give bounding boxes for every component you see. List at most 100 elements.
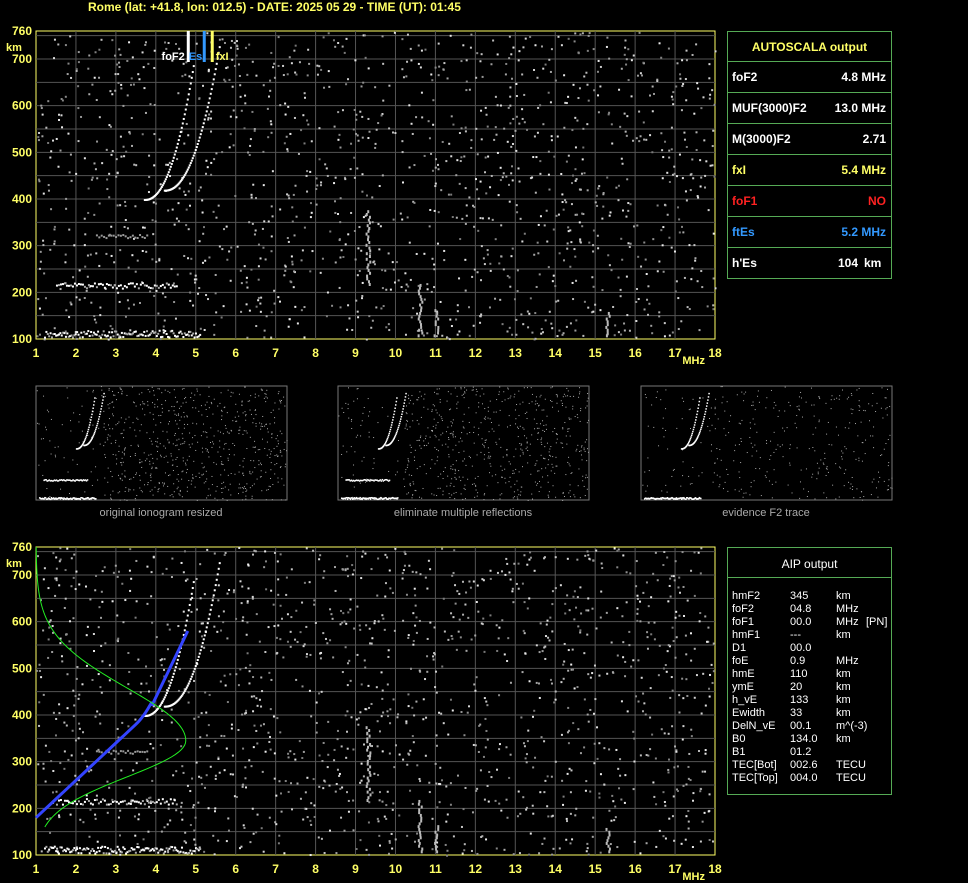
- noise-dot: [242, 433, 244, 435]
- noise-dot: [463, 155, 466, 158]
- noise-dot: [54, 454, 56, 456]
- noise-dot: [133, 476, 135, 478]
- noise-dot: [265, 396, 267, 398]
- trace-dot: [86, 479, 89, 481]
- noise-dot: [669, 577, 672, 580]
- noise-dot: [347, 611, 350, 614]
- noise-dot: [205, 711, 208, 714]
- trace-dot: [105, 852, 108, 855]
- noise-dot: [99, 722, 102, 725]
- noise-dot: [409, 47, 412, 50]
- trace-dot: [192, 332, 195, 335]
- noise-dot: [561, 193, 564, 196]
- noise-dot: [516, 815, 519, 818]
- noise-dot: [435, 670, 438, 673]
- noise-dot: [489, 269, 492, 272]
- noise-dot: [108, 786, 111, 789]
- noise-dot: [123, 452, 125, 454]
- trace-dot: [417, 839, 420, 843]
- noise-dot: [664, 664, 667, 667]
- noise-dot: [595, 194, 598, 197]
- trace-dot: [161, 848, 164, 851]
- x-tick-label: 2: [73, 346, 80, 360]
- noise-dot: [41, 135, 44, 138]
- noise-dot: [114, 394, 116, 396]
- x-tick-label: 7: [272, 862, 279, 876]
- noise-dot: [641, 74, 644, 77]
- noise-dot: [289, 132, 292, 135]
- noise-dot: [248, 682, 251, 685]
- noise-dot: [490, 776, 493, 779]
- noise-dot: [255, 425, 257, 427]
- noise-dot: [534, 756, 537, 759]
- noise-dot: [261, 438, 263, 440]
- noise-dot: [481, 403, 483, 405]
- noise-dot: [112, 453, 114, 455]
- noise-dot: [341, 786, 344, 789]
- noise-dot: [162, 482, 164, 484]
- noise-dot: [110, 497, 112, 499]
- noise-dot: [521, 582, 524, 585]
- noise-dot: [670, 246, 673, 249]
- noise-dot: [135, 762, 138, 765]
- noise-dot: [511, 587, 514, 590]
- noise-dot: [83, 244, 86, 247]
- trace-dot: [80, 852, 83, 855]
- noise-dot: [586, 460, 588, 462]
- noise-dot: [353, 108, 356, 111]
- noise-dot: [47, 638, 50, 641]
- noise-dot: [558, 252, 561, 255]
- noise-dot: [401, 577, 404, 580]
- noise-dot: [408, 564, 411, 567]
- noise-dot: [288, 56, 291, 59]
- noise-dot: [345, 37, 348, 40]
- noise-dot: [536, 403, 538, 405]
- noise-dot: [636, 224, 639, 227]
- noise-dot: [378, 791, 381, 794]
- noise-dot: [191, 480, 193, 482]
- noise-dot: [627, 242, 630, 245]
- noise-dot: [411, 802, 414, 805]
- trace-dot: [420, 309, 423, 313]
- noise-dot: [388, 127, 391, 130]
- noise-dot: [693, 647, 696, 650]
- noise-dot: [450, 634, 453, 637]
- noise-dot: [118, 300, 121, 303]
- trace-dot: [186, 98, 189, 101]
- noise-dot: [531, 393, 533, 395]
- noise-dot: [234, 416, 236, 418]
- noise-dot: [170, 721, 173, 724]
- noise-dot: [586, 83, 589, 86]
- trace-dot: [53, 845, 56, 848]
- noise-dot: [660, 56, 663, 59]
- noise-dot: [710, 663, 713, 666]
- noise-dot: [64, 253, 67, 256]
- noise-dot: [98, 713, 101, 716]
- trace-dot: [99, 800, 102, 803]
- noise-dot: [55, 579, 58, 582]
- trace-dot: [206, 106, 209, 109]
- noise-dot: [384, 269, 387, 272]
- noise-dot: [619, 758, 622, 761]
- noise-dot: [589, 676, 592, 679]
- noise-dot: [446, 849, 449, 852]
- noise-dot: [135, 499, 137, 501]
- noise-dot: [380, 114, 383, 117]
- noise-dot: [651, 85, 654, 88]
- noise-dot: [407, 693, 410, 696]
- noise-dot: [249, 841, 252, 844]
- noise-dot: [617, 767, 620, 770]
- noise-dot: [321, 760, 324, 763]
- noise-dot: [361, 420, 363, 422]
- noise-dot: [108, 664, 111, 667]
- noise-dot: [548, 58, 551, 61]
- noise-dot: [270, 235, 273, 238]
- noise-dot: [338, 415, 340, 417]
- trace-dot: [102, 399, 104, 401]
- noise-dot: [294, 638, 297, 641]
- noise-dot: [508, 481, 510, 483]
- noise-dot: [526, 563, 529, 566]
- noise-dot: [534, 403, 536, 405]
- noise-dot: [67, 397, 69, 399]
- noise-dot: [231, 58, 234, 61]
